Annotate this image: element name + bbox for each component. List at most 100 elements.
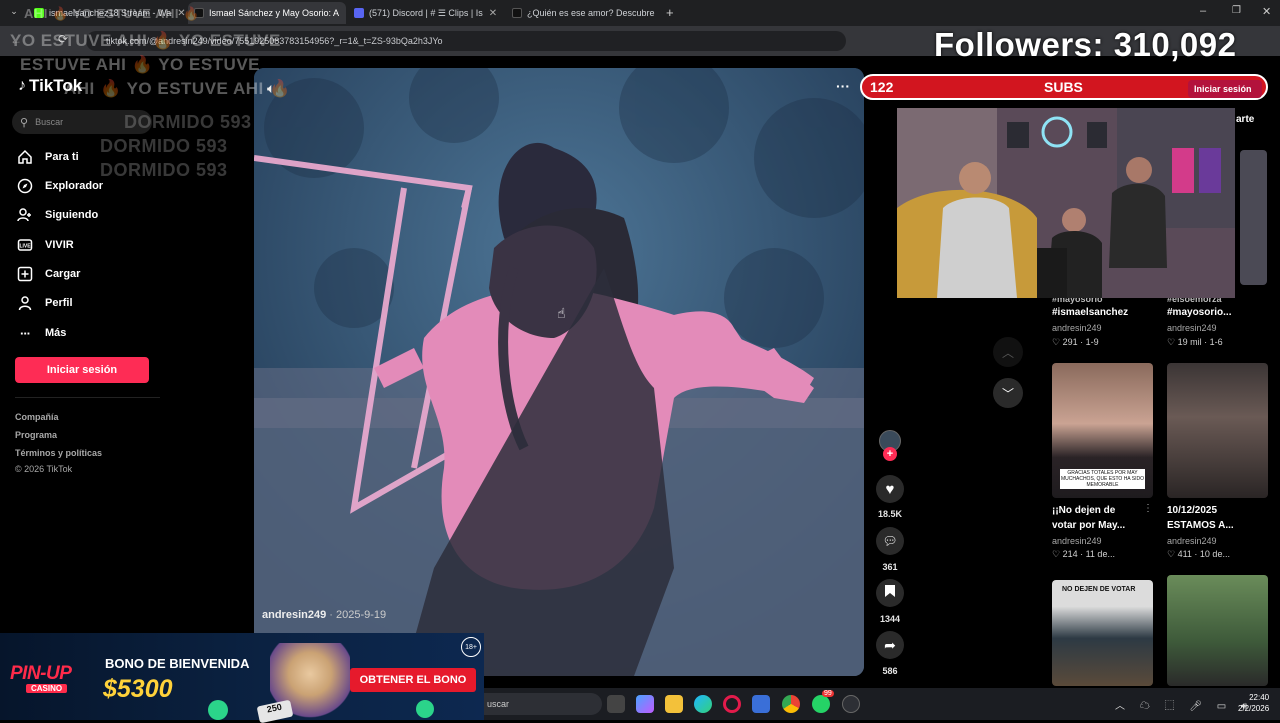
maximize-button[interactable]: ❐ [1232, 5, 1241, 16]
store-icon[interactable] [752, 695, 770, 713]
browser-tab-discord[interactable]: (571) Discord | # ☰ Clips | Is ✕ [348, 2, 498, 24]
upload-icon [16, 265, 34, 283]
footer-link-compania[interactable]: Compañía [15, 412, 59, 422]
sidebar-item-siguiendo[interactable]: Siguiendo [16, 206, 98, 224]
header-login-button[interactable]: Iniciar sesión [1188, 80, 1262, 98]
login-button[interactable]: Iniciar sesión [15, 357, 149, 383]
card-title[interactable]: votar por May... [1052, 518, 1125, 533]
close-icon[interactable]: ✕ [483, 8, 497, 19]
share-icon: ➦ [884, 636, 896, 653]
taskbar-search[interactable]: uscar [484, 693, 602, 715]
app-icon[interactable] [842, 695, 860, 713]
new-tab-button[interactable]: + [666, 5, 674, 20]
recommended-tab[interactable]: arte [1236, 114, 1254, 125]
card-stats: ♡ 411 · 10 de... [1167, 549, 1230, 559]
card-more-icon[interactable]: ⋮ [1143, 503, 1153, 514]
close-icon[interactable]: ✕ [339, 8, 346, 19]
video-more-icon[interactable]: ··· [836, 78, 850, 94]
recommendation-thumb[interactable] [1240, 150, 1267, 285]
tiktok-icon [512, 8, 522, 18]
card-title[interactable]: #ismaelsanchez [1052, 305, 1128, 320]
overlay-text-line: AHI 🔥 YO ESTUVE AHI 🔥 [64, 79, 291, 98]
tab-label: (571) Discord | # ☰ Clips | Is [369, 7, 483, 18]
profile-icon [16, 294, 34, 312]
minimize-button[interactable]: – [1200, 5, 1206, 17]
save-count: 1344 [879, 614, 901, 624]
card-stats: ♡ 291 · 1-9 [1052, 337, 1099, 347]
home-icon [16, 148, 34, 166]
save-button[interactable] [876, 579, 904, 607]
card-title[interactable]: #mayosorio... [1167, 305, 1231, 320]
card-stats: ♡ 19 mil · 1-6 [1167, 337, 1223, 347]
overlay-text-line: AHI 🔥 YO ESTUVE AHI 🔥 [24, 6, 200, 21]
whatsapp-icon[interactable]: 99 [812, 690, 834, 713]
like-count: 18.5K [877, 509, 903, 519]
tray-icons[interactable]: ︿ ☁ ⬚ 🎤︎ ▭ 🔊︎ [1115, 697, 1253, 712]
card-author[interactable]: andresin249 [1052, 536, 1102, 546]
webcam-feed [897, 108, 1235, 298]
sidebar-item-para-ti[interactable]: Para ti [16, 148, 79, 166]
recommendation-thumb[interactable]: NO DEJEN DE VOTAR [1052, 580, 1153, 686]
card-author[interactable]: andresin249 [1052, 323, 1102, 333]
copyright: © 2026 TikTok [15, 464, 73, 474]
next-video-button[interactable]: ﹀ [993, 378, 1023, 408]
overlay-text-line: ESTUVE AHI 🔥 YO ESTUVE [20, 55, 260, 74]
edge-icon[interactable] [694, 695, 712, 713]
video-author[interactable]: andresin249 [262, 609, 326, 621]
thumb-caption: NO DEJEN DE VOTAR [1062, 586, 1136, 593]
chrome-icon[interactable] [782, 695, 800, 713]
tab-search-button[interactable]: ⌄ [6, 6, 22, 20]
video-frame [254, 68, 864, 676]
more-icon: ··· [20, 325, 31, 341]
card-title[interactable]: ESTAMOS A... [1167, 518, 1234, 533]
card-stats: ♡ 214 · 11 de... [1052, 549, 1115, 559]
casino-ad-banner[interactable]: PIN-UP CASINO BONO DE BIENVENIDA $5300 2… [0, 633, 484, 723]
file-explorer-icon[interactable] [665, 695, 683, 713]
thumb-caption: GRACIAS TOTALES POR MAY MUCHACHOS, QUE E… [1060, 469, 1145, 489]
mouse-cursor-icon: ☝︎ [557, 305, 566, 321]
browser-tab-tiktok[interactable]: Ismael Sánchez y May Osorio: A ✕ [188, 2, 346, 24]
search-placeholder: Buscar [35, 117, 64, 127]
recommendation-thumb[interactable]: GRACIAS TOTALES POR MAY MUCHACHOS, QUE E… [1052, 363, 1153, 498]
browser-tab-tiktok-2[interactable]: ¿Quién es ese amor? Descubre ✕ [506, 2, 662, 24]
video-date: 2025-9-19 [336, 609, 387, 621]
close-window-button[interactable]: ✕ [1262, 5, 1271, 18]
tab-label: Ismael Sánchez y May Osorio: A [209, 8, 340, 18]
card-title[interactable]: ¡¡No dejen de [1052, 503, 1115, 518]
heart-icon: ♡ [1167, 337, 1178, 347]
recommendation-thumb[interactable] [1167, 575, 1268, 686]
close-icon[interactable]: ✕ [655, 8, 662, 19]
overlay-dormido: DORMIDO 593 [100, 160, 228, 180]
like-button[interactable]: ♥ [876, 475, 904, 503]
previous-video-button[interactable]: ︿ [993, 337, 1023, 367]
task-view-icon[interactable] [607, 695, 625, 713]
tiktok-logo-icon: ♪ [18, 77, 26, 94]
footer-link-terminos[interactable]: Términos y políticas [15, 448, 102, 458]
followers-counter: Followers: 310,092 [934, 26, 1237, 63]
comment-icon: 💬︎ [882, 534, 898, 548]
footer-link-programa[interactable]: Programa [15, 430, 57, 440]
share-button[interactable]: ➦ [876, 631, 904, 659]
card-title[interactable]: 10/12/2025 [1167, 503, 1217, 518]
ad-cta-button[interactable]: OBTENER EL BONO [350, 668, 476, 692]
recommendation-thumb[interactable] [1167, 363, 1268, 498]
ad-decor-dot [208, 700, 228, 720]
ad-brand-logo: PIN-UP CASINO [10, 663, 72, 693]
divider [15, 397, 160, 398]
sidebar-item-perfil[interactable]: Perfil [16, 294, 73, 312]
ad-decor-dot [416, 700, 434, 718]
ad-headline: BONO DE BIENVENIDA [105, 656, 250, 671]
card-author[interactable]: andresin249 [1167, 323, 1217, 333]
video-player[interactable]: 🔈︎ ··· andresin249 · 2025-9-19 [254, 68, 864, 676]
clock[interactable]: 22:40 2/2/2026 [1238, 692, 1269, 714]
comment-button[interactable]: 💬︎ [876, 527, 904, 555]
sidebar-item-mas[interactable]: ··· Más [16, 324, 66, 342]
sidebar-item-explorador[interactable]: Explorador [16, 177, 103, 195]
sidebar-item-vivir[interactable]: LIVE VIVIR [16, 236, 74, 254]
follow-plus-icon[interactable]: + [883, 447, 897, 461]
opera-icon[interactable] [723, 695, 741, 713]
sidebar-item-cargar[interactable]: Cargar [16, 265, 80, 283]
bookmark-icon [884, 584, 896, 603]
copilot-icon[interactable] [636, 695, 654, 713]
card-author[interactable]: andresin249 [1167, 536, 1217, 546]
